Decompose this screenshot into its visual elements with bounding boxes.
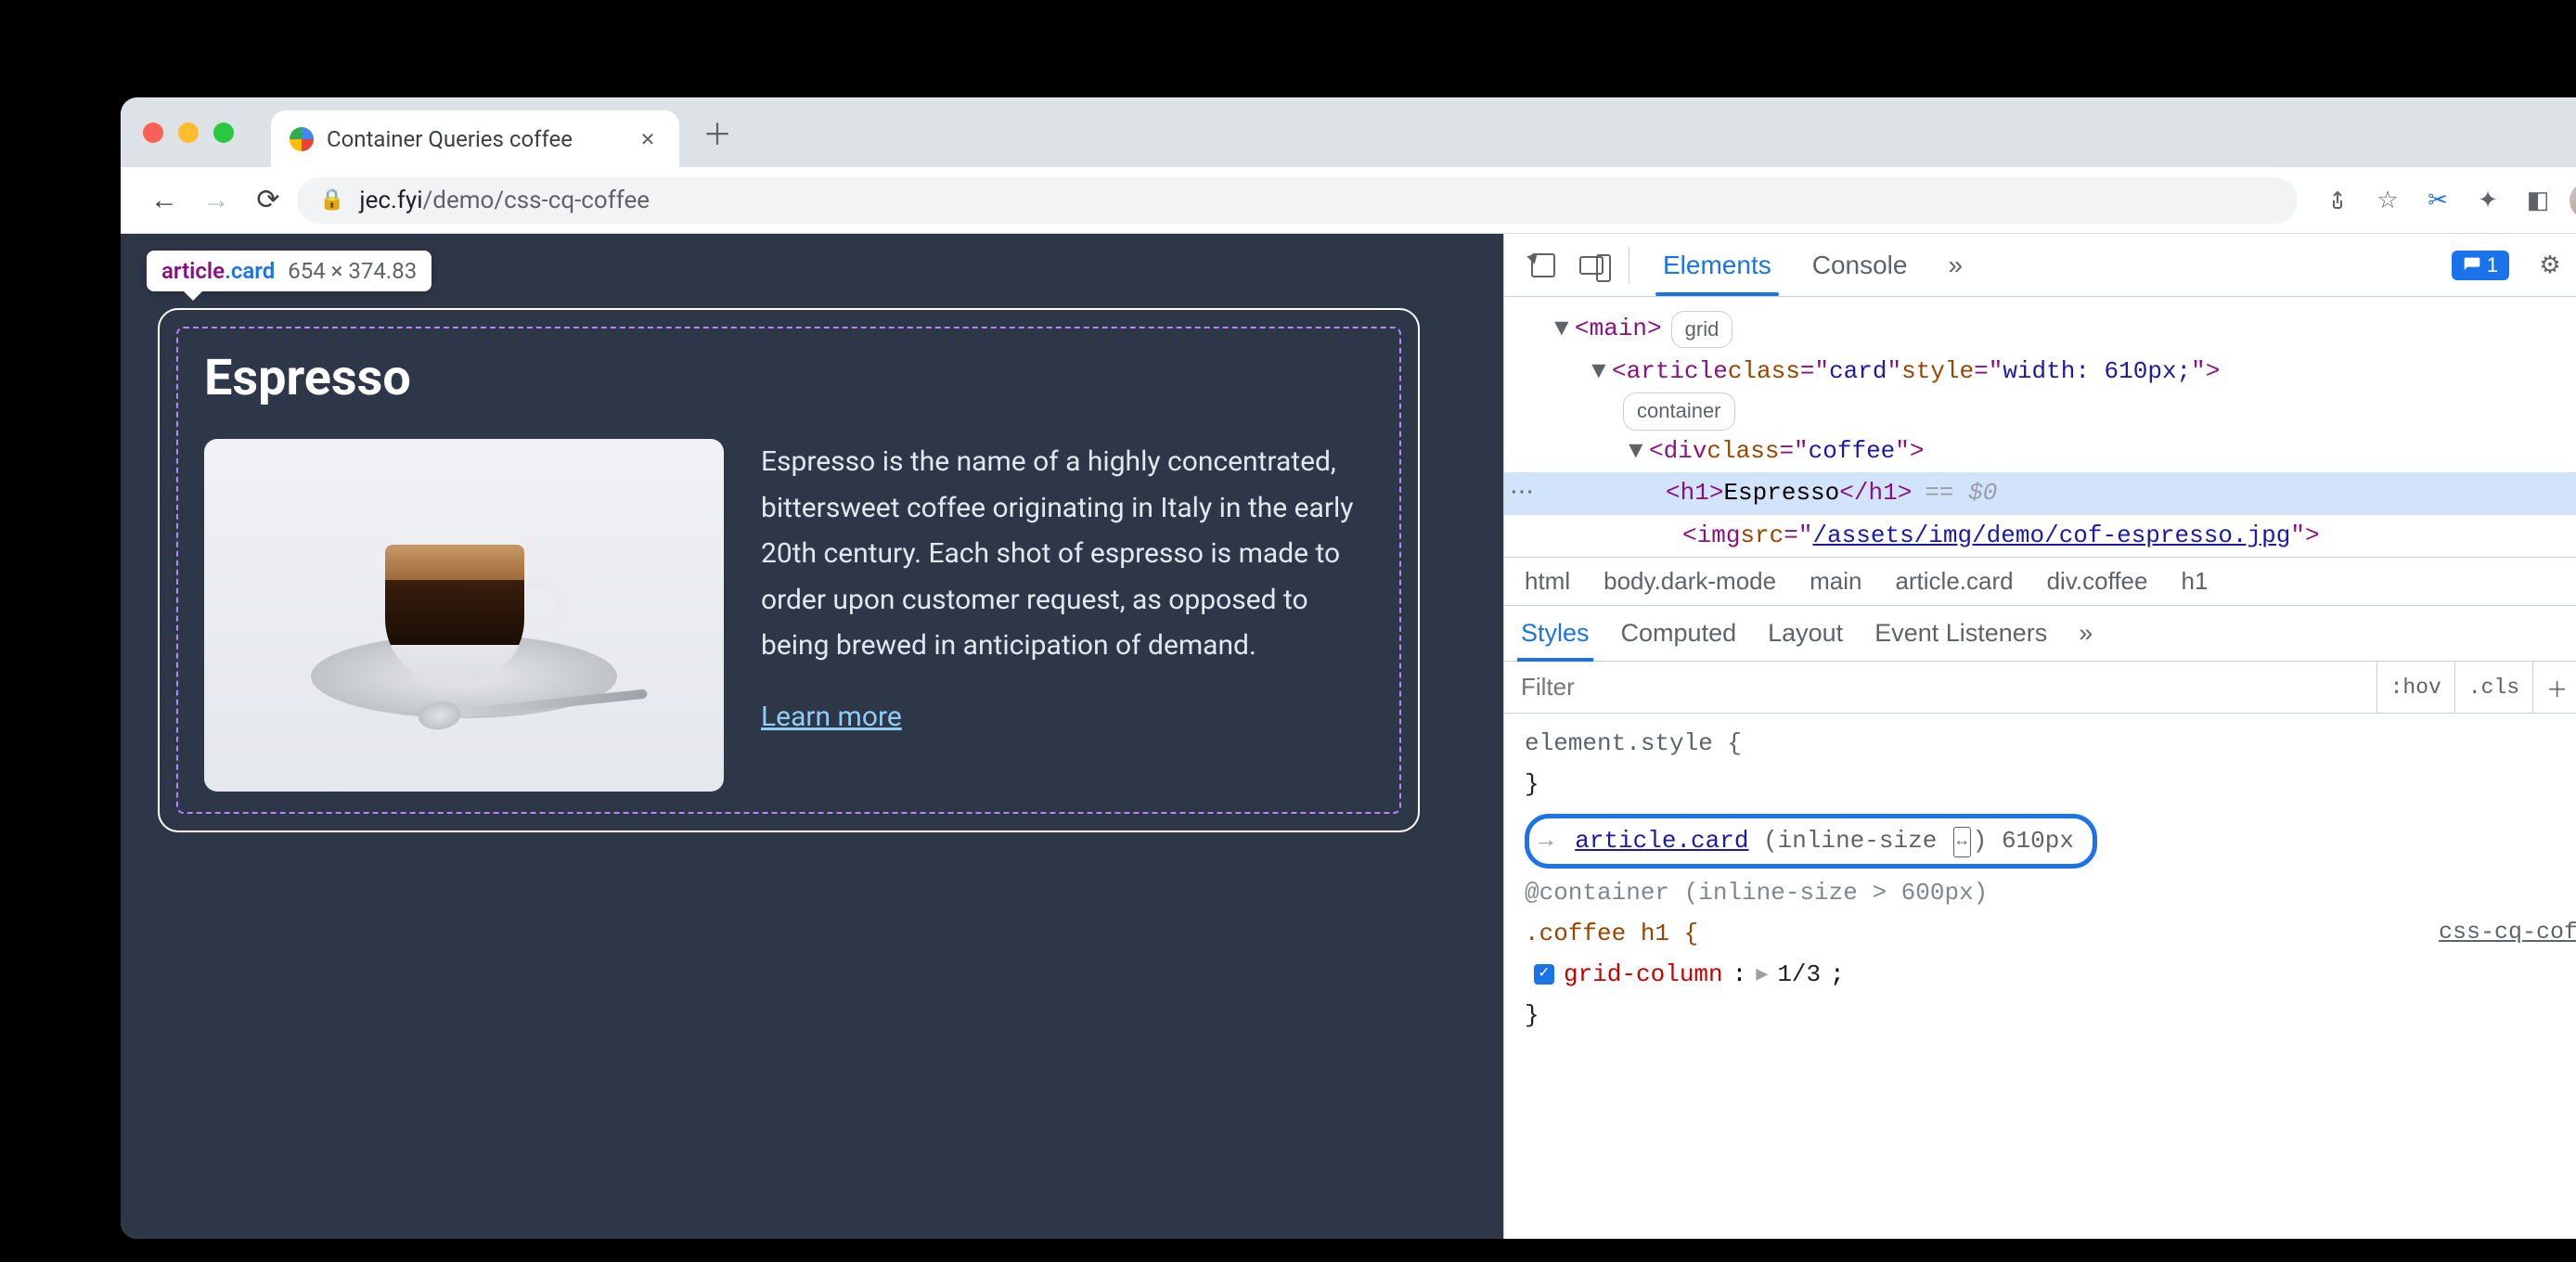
dom-tree[interactable]: ▼<main>grid ▼<article class="card" style… xyxy=(1504,297,2576,557)
subtab-layout[interactable]: Layout xyxy=(1768,606,1843,661)
tab-console[interactable]: Console xyxy=(1796,234,1925,296)
inspect-element-button[interactable] xyxy=(1523,245,1564,286)
learn-more-link[interactable]: Learn more xyxy=(761,701,902,733)
devtools-toolbar: Elements Console » 1 ⚙ ⋮ ✕ xyxy=(1504,234,2576,297)
devtools-panel: Elements Console » 1 ⚙ ⋮ ✕ ▼<main>grid ▼… xyxy=(1503,234,2576,1239)
element-inspect-tooltip: article.card 654 × 374.83 xyxy=(147,251,431,291)
styles-filter-row: :hov .cls ＋ 🖌 ◫ xyxy=(1504,662,2576,714)
device-toolbar-button[interactable] xyxy=(1571,245,1612,286)
new-tab-button[interactable]: ＋ xyxy=(696,111,739,154)
tab-more[interactable]: » xyxy=(1931,234,1979,296)
issues-badge[interactable]: 1 xyxy=(2452,251,2509,280)
scissors-icon[interactable]: ✂ xyxy=(2415,177,2461,224)
card-heading: Espresso xyxy=(204,349,1373,407)
settings-icon[interactable]: ⚙ xyxy=(2530,245,2570,286)
address-bar[interactable]: 🔒 jec.fyi/demo/css-cq-coffee xyxy=(297,177,2298,224)
coffee-image xyxy=(204,439,724,792)
extensions-icon[interactable]: ✦ xyxy=(2465,177,2511,224)
subtab-more[interactable]: » xyxy=(2079,606,2093,661)
back-button[interactable]: ← xyxy=(141,177,187,224)
browser-window: Container Queries coffee ✕ ＋ ⌄ ← → ⟳ 🔒 j… xyxy=(121,97,2576,1239)
container-query-pill[interactable]: → article.card (inline-size ↔) 610px xyxy=(1525,814,2097,868)
toolbar-actions: ☆ ✂ ✦ ◧ ⋮ xyxy=(2314,177,2576,224)
bookmark-icon[interactable]: ☆ xyxy=(2364,177,2411,224)
hov-toggle[interactable]: :hov xyxy=(2376,662,2454,713)
close-tab-button[interactable]: ✕ xyxy=(638,130,657,148)
forward-button[interactable]: → xyxy=(193,177,239,224)
rendered-page: article.card 654 × 374.83 Espresso Espre… xyxy=(121,234,1503,1239)
styles-filter-input[interactable] xyxy=(1504,673,2376,702)
tab-strip: Container Queries coffee ✕ ＋ ⌄ xyxy=(121,97,2576,167)
profile-avatar[interactable] xyxy=(2565,177,2576,224)
subtab-event-listeners[interactable]: Event Listeners xyxy=(1874,606,2047,661)
source-link[interactable]: css-cq-coffee:45 xyxy=(2439,913,2576,953)
cls-toggle[interactable]: .cls xyxy=(2454,662,2532,713)
share-icon[interactable] xyxy=(2314,177,2361,224)
card-description: Espresso is the name of a highly concent… xyxy=(761,439,1373,669)
styles-subtabs: Styles Computed Layout Event Listeners » xyxy=(1504,606,2576,662)
property-enabled-checkbox[interactable]: ✓ xyxy=(1534,964,1554,985)
url-path: /demo/css-cq-coffee xyxy=(423,187,650,214)
window-minimize-button[interactable] xyxy=(178,122,199,143)
style-rules[interactable]: element.style { } → article.card (inline… xyxy=(1504,714,2576,1067)
window-close-button[interactable] xyxy=(143,122,163,143)
window-maximize-button[interactable] xyxy=(213,122,234,143)
tooltip-dimensions: 654 × 374.83 xyxy=(288,258,417,284)
browser-tab[interactable]: Container Queries coffee ✕ xyxy=(271,110,679,168)
sidepanel-icon[interactable]: ◧ xyxy=(2515,177,2561,224)
tab-elements[interactable]: Elements xyxy=(1646,234,1788,296)
reload-button[interactable]: ⟳ xyxy=(245,177,291,224)
lock-icon: 🔒 xyxy=(319,188,344,212)
window-controls xyxy=(143,122,234,143)
selected-dom-node[interactable]: ⋯ <h1>Espresso</h1> == $0 xyxy=(1504,472,2576,515)
subtab-computed[interactable]: Computed xyxy=(1621,606,1737,661)
dom-breadcrumb[interactable]: html body.dark-mode main article.card di… xyxy=(1504,557,2576,606)
favicon-icon xyxy=(290,127,314,151)
url-domain: jec.fyi xyxy=(359,187,422,214)
coffee-card: Espresso Espresso is the name of a highl… xyxy=(158,308,1420,832)
browser-toolbar: ← → ⟳ 🔒 jec.fyi/demo/css-cq-coffee ☆ ✂ ✦… xyxy=(121,167,2576,234)
tab-title: Container Queries coffee xyxy=(327,126,573,152)
new-style-rule-button[interactable]: ＋ xyxy=(2532,662,2576,713)
subtab-styles[interactable]: Styles xyxy=(1521,606,1590,661)
